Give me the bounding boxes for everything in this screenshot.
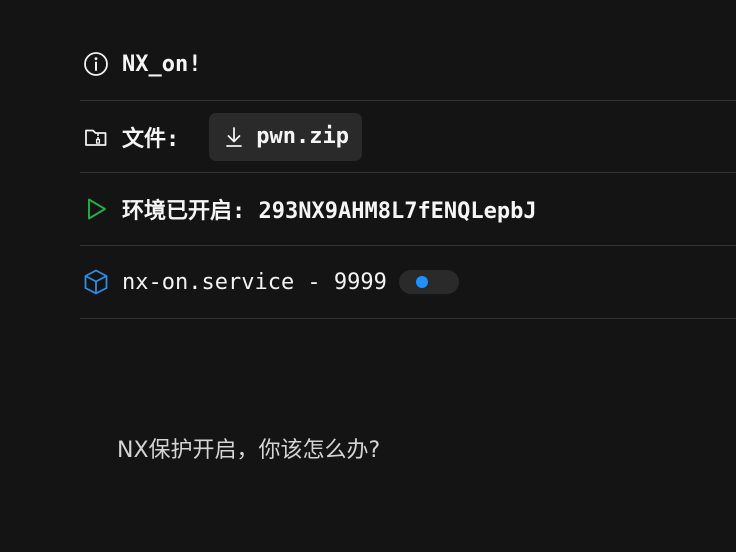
environment-status: 环境已开启: 293NX9AHM8L7fENQLepbJ xyxy=(122,193,537,225)
challenge-description: NX保护开启，你该怎么办? xyxy=(117,438,381,463)
challenge-panel: NX_on! 文件: pwn.zip 环境已开启: 293NX9AHM8L7fE… xyxy=(0,0,736,552)
environment-row: 环境已开启: 293NX9AHM8L7fENQLepbJ xyxy=(80,173,736,246)
service-row: nx-on.service - 9999 xyxy=(80,246,736,319)
status-dot xyxy=(415,276,428,288)
download-file-button[interactable]: pwn.zip xyxy=(209,112,362,161)
cube-icon xyxy=(81,267,111,297)
environment-token: 293NX9AHM8L7fENQLepbJ xyxy=(258,199,537,224)
service-status-badge xyxy=(398,270,459,294)
service-address[interactable]: nx-on.service - 9999 xyxy=(122,270,387,295)
title-row: NX_on! xyxy=(80,28,736,101)
file-label: 文件: xyxy=(122,126,180,152)
folder-zip-icon xyxy=(81,122,111,152)
challenge-title: NX_on! xyxy=(122,51,202,77)
environment-label: 环境已开启: xyxy=(122,199,246,224)
download-icon xyxy=(224,126,244,148)
play-icon xyxy=(81,194,111,224)
download-file-name: pwn.zip xyxy=(256,124,349,149)
file-row: 文件: pwn.zip xyxy=(80,101,736,173)
info-icon xyxy=(81,49,111,79)
